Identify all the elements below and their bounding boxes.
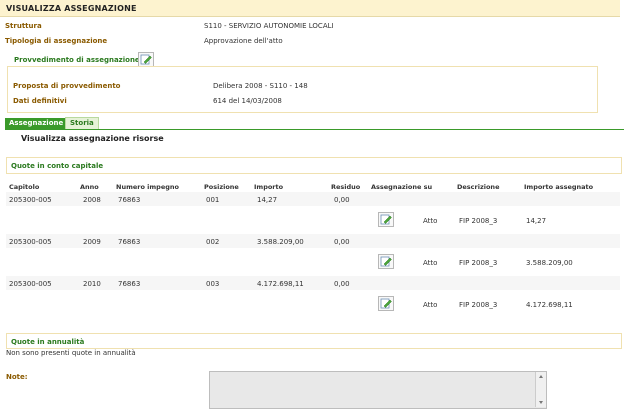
col-capitolo: Capitolo: [9, 183, 40, 191]
col-importo-assegnato: Importo assegnato: [524, 183, 594, 191]
cell-posizione: 001: [206, 196, 220, 204]
struttura-label: Struttura: [5, 22, 42, 30]
col-importo: Importo: [254, 183, 284, 191]
cell-posizione: 002: [206, 238, 220, 246]
struttura-value: S110 - SERVIZIO AUTONOMIE LOCALI: [204, 22, 334, 30]
page-title: VISUALIZZA ASSEGNAZIONE: [6, 4, 137, 13]
cell-assegnazione: Atto: [423, 217, 438, 225]
assegnazione-edit-button[interactable]: [378, 254, 394, 269]
col-descrizione: Descrizione: [457, 183, 500, 191]
edit-document-icon: [140, 54, 152, 65]
col-posizione: Posizione: [204, 183, 239, 191]
tab-assegnazione[interactable]: Assegnazione: [5, 118, 68, 129]
cell-residuo: 0,00: [334, 196, 350, 204]
assegnazione-edit-button[interactable]: [378, 296, 394, 311]
cell-anno: 2008: [83, 196, 101, 204]
cell-anno: 2009: [83, 238, 101, 246]
cell-assegnazione: Atto: [423, 301, 438, 309]
cell-capitolo: 205300-005: [9, 238, 52, 246]
cell-capitolo: 205300-005: [9, 280, 52, 288]
note-textarea[interactable]: [209, 371, 547, 409]
cell-importo-assegnato: 14,27: [526, 217, 547, 225]
edit-document-icon: [380, 298, 392, 309]
cell-assegnazione: Atto: [423, 259, 438, 267]
section-title: Visualizza assegnazione risorse: [21, 134, 164, 143]
cell-importo: 3.588.209,00: [257, 238, 304, 246]
provvedimento-title: Provvedimento di assegnazione: [14, 56, 140, 64]
cell-descrizione: FIP 2008_3: [459, 259, 498, 267]
cell-numero: 76863: [118, 238, 141, 246]
cell-anno: 2010: [83, 280, 101, 288]
cell-capitolo: 205300-005: [9, 196, 52, 204]
assegnazione-edit-button[interactable]: [378, 212, 394, 227]
cell-residuo: 0,00: [334, 238, 350, 246]
edit-provvedimento-button[interactable]: [138, 52, 154, 67]
cell-importo: 4.172.698,11: [257, 280, 304, 288]
proposta-value: Delibera 2008 - S110 - 148: [213, 82, 308, 90]
edit-document-icon: [380, 256, 392, 267]
note-label: Note:: [6, 373, 28, 381]
page-header: VISUALIZZA ASSEGNAZIONE: [0, 0, 620, 17]
proposta-label: Proposta di provvedimento: [13, 82, 121, 90]
cell-descrizione: FIP 2008_3: [459, 301, 498, 309]
note-scrollbar[interactable]: [535, 372, 546, 407]
annualita-empty-text: Non sono presenti quote in annualità: [6, 349, 136, 357]
cell-numero: 76863: [118, 196, 141, 204]
cell-importo: 14,27: [257, 196, 278, 204]
cell-posizione: 003: [206, 280, 220, 288]
edit-document-icon: [380, 214, 392, 225]
scroll-arrows-icon: [539, 375, 543, 404]
col-assegnazione-su: Assegnazione su: [371, 183, 433, 191]
annualita-header: Quote in annualità: [6, 333, 622, 349]
cell-importo-assegnato: 3.588.209,00: [526, 259, 573, 267]
annualita-title: Quote in annualità: [11, 338, 85, 346]
cell-numero: 76863: [118, 280, 141, 288]
tab-divider: [5, 129, 624, 130]
dati-label: Dati definitivi: [13, 97, 67, 105]
cell-descrizione: FIP 2008_3: [459, 217, 498, 225]
conto-capitale-title: Quote in conto capitale: [11, 162, 104, 170]
col-anno: Anno: [80, 183, 99, 191]
tipologia-value: Approvazione dell'atto: [204, 37, 283, 45]
conto-capitale-header: Quote in conto capitale: [6, 157, 622, 174]
cell-importo-assegnato: 4.172.698,11: [526, 301, 573, 309]
cell-residuo: 0,00: [334, 280, 350, 288]
tipologia-label: Tipologia di assegnazione: [5, 37, 108, 45]
col-residuo: Residuo: [331, 183, 361, 191]
dati-value: 614 del 14/03/2008: [213, 97, 282, 105]
col-numero-impegno: Numero impegno: [116, 183, 179, 191]
